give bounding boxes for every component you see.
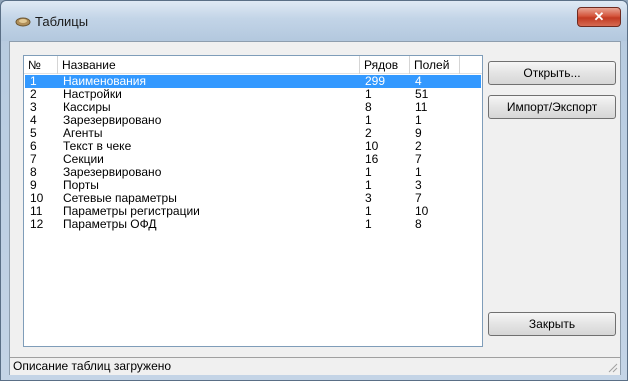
- status-text: Описание таблиц загружено: [13, 359, 172, 373]
- row-rows-count: 16: [365, 153, 379, 166]
- row-rows-count: 1: [365, 218, 372, 231]
- tables-dialog: Таблицы ✕ № Название Рядов Полей 1 Наимен…: [0, 0, 628, 381]
- open-button[interactable]: Открыть...: [488, 61, 616, 85]
- table-row[interactable]: 1 Наименования 299 4: [25, 75, 481, 88]
- table-row[interactable]: 9 Порты 1 3: [25, 179, 481, 192]
- row-rows-count: 10: [365, 140, 379, 153]
- row-fields-count: 3: [415, 179, 422, 192]
- row-name: Настройки: [63, 88, 122, 101]
- close-button[interactable]: Закрыть: [488, 312, 616, 336]
- close-icon: ✕: [593, 9, 605, 24]
- import-export-button[interactable]: Импорт/Экспорт: [488, 95, 616, 119]
- row-rows-count: 3: [365, 192, 372, 205]
- table-row[interactable]: 5 Агенты 2 9: [25, 127, 481, 140]
- row-name: Сетевые параметры: [63, 192, 177, 205]
- row-number: 1: [30, 75, 37, 88]
- resize-grip-icon[interactable]: [606, 361, 618, 373]
- row-name: Текст в чеке: [63, 140, 132, 153]
- row-rows-count: 1: [365, 205, 372, 218]
- column-header-rows[interactable]: Рядов: [360, 56, 410, 74]
- row-name: Зарезервировано: [63, 166, 162, 179]
- row-number: 2: [30, 88, 37, 101]
- row-number: 9: [30, 179, 37, 192]
- close-window-button[interactable]: ✕: [577, 7, 621, 27]
- row-name: Зарезервировано: [63, 114, 162, 127]
- row-number: 4: [30, 114, 37, 127]
- row-number: 3: [30, 101, 37, 114]
- row-name: Кассиры: [63, 101, 111, 114]
- tables-list[interactable]: № Название Рядов Полей 1 Наименования 299 4…: [23, 55, 483, 347]
- column-header-fields[interactable]: Полей: [410, 56, 460, 74]
- row-number: 10: [30, 192, 44, 205]
- row-name: Секции: [63, 153, 104, 166]
- title-bar[interactable]: Таблицы ✕: [1, 1, 627, 41]
- status-bar: Описание таблиц загружено: [10, 357, 620, 375]
- row-name: Параметры регистрации: [63, 205, 200, 218]
- row-fields-count: 8: [415, 218, 422, 231]
- column-header-number[interactable]: №: [24, 56, 58, 74]
- row-rows-count: 1: [365, 166, 372, 179]
- row-number: 5: [30, 127, 37, 140]
- row-name: Наименования: [63, 75, 147, 88]
- row-name: Порты: [63, 179, 99, 192]
- table-row[interactable]: 4 Зарезервировано 1 1: [25, 114, 481, 127]
- row-fields-count: 2: [415, 140, 422, 153]
- row-number: 6: [30, 140, 37, 153]
- row-number: 12: [30, 218, 44, 231]
- row-rows-count: 8: [365, 101, 372, 114]
- row-name: Агенты: [63, 127, 103, 140]
- table-row[interactable]: 6 Текст в чеке 10 2: [25, 140, 481, 153]
- list-header: № Название Рядов Полей: [24, 56, 482, 74]
- row-rows-count: 1: [365, 114, 372, 127]
- dialog-client-area: № Название Рядов Полей 1 Наименования 299 4…: [9, 41, 621, 375]
- row-rows-count: 1: [365, 179, 372, 192]
- row-fields-count: 7: [415, 153, 422, 166]
- row-fields-count: 1: [415, 166, 422, 179]
- table-row[interactable]: 8 Зарезервировано 1 1: [25, 166, 481, 179]
- row-rows-count: 1: [365, 88, 372, 101]
- row-fields-count: 51: [415, 88, 429, 101]
- table-row[interactable]: 11 Параметры регистрации 1 10: [25, 205, 481, 218]
- row-fields-count: 1: [415, 114, 422, 127]
- row-fields-count: 11: [415, 101, 428, 114]
- table-row[interactable]: 2 Настройки 1 51: [25, 88, 481, 101]
- column-header-name[interactable]: Название: [58, 56, 360, 74]
- tables-icon: [15, 17, 31, 27]
- row-fields-count: 7: [415, 192, 422, 205]
- table-row[interactable]: 3 Кассиры 8 11: [25, 101, 481, 114]
- row-fields-count: 4: [415, 75, 422, 88]
- row-name: Параметры ОФД: [63, 218, 157, 231]
- window-title: Таблицы: [35, 14, 89, 29]
- row-number: 7: [30, 153, 37, 166]
- row-rows-count: 2: [365, 127, 372, 140]
- table-row[interactable]: 10 Сетевые параметры 3 7: [25, 192, 481, 205]
- row-number: 11: [30, 205, 43, 218]
- row-number: 8: [30, 166, 37, 179]
- row-fields-count: 9: [415, 127, 422, 140]
- row-fields-count: 10: [415, 205, 429, 218]
- row-rows-count: 299: [365, 75, 386, 88]
- table-row[interactable]: 7 Секции 16 7: [25, 153, 481, 166]
- table-row[interactable]: 12 Параметры ОФД 1 8: [25, 218, 481, 231]
